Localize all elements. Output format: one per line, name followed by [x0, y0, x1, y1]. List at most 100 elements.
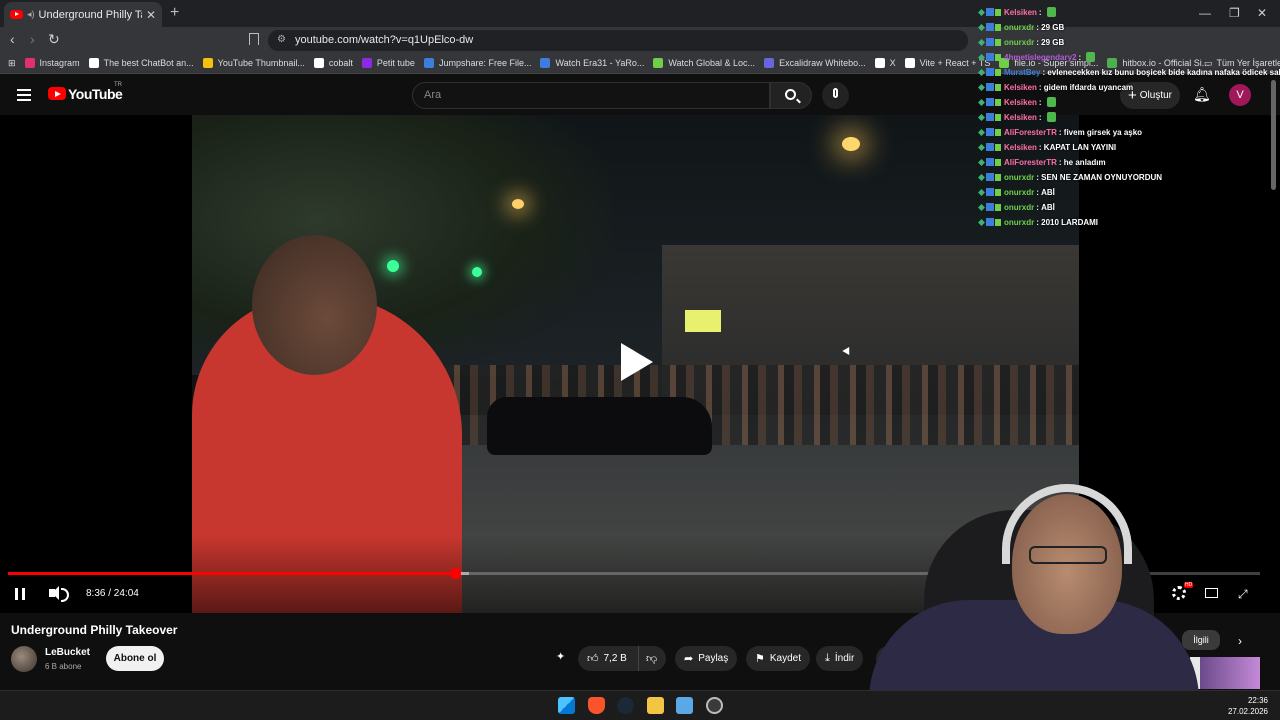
forward-icon[interactable]: › [30, 31, 35, 47]
ask-ai-icon[interactable]: ✦ [556, 650, 565, 663]
chat-message: Kelsiken: [978, 96, 1056, 108]
tab-close-icon[interactable]: ✕ [146, 8, 156, 22]
chevron-right-icon[interactable]: › [1238, 634, 1242, 648]
address-bar[interactable]: ⚙ youtube.com/watch?v=q1UpElco-dw [268, 30, 968, 51]
bookmark-favicon-icon [764, 58, 775, 68]
bookmark-item[interactable]: The best ChatBot an... [88, 58, 194, 68]
bookmark-favicon-icon [653, 58, 664, 68]
thumbs-down-icon: 👎︎ [646, 653, 658, 665]
progress-scrubber[interactable] [449, 568, 461, 579]
bookmark-favicon-icon [313, 58, 324, 68]
theater-mode-icon[interactable] [1205, 588, 1218, 598]
steam-icon[interactable] [617, 697, 634, 714]
chat-text: he anladım [1063, 157, 1106, 167]
file-explorer-icon[interactable] [647, 697, 664, 714]
taskbar: 22:36 27.02.2026 [0, 690, 1280, 720]
chat-badge-icon [986, 173, 994, 181]
thumbs-up-icon: 👍︎ [587, 653, 599, 665]
bookmark-item[interactable]: Petit tube [361, 58, 415, 68]
reload-icon[interactable]: ↻ [48, 31, 60, 48]
youtube-logo-icon[interactable] [48, 87, 66, 100]
search-input[interactable]: Ara [412, 82, 770, 109]
screen: ◂) Underground Philly Takeover ✕ + — ❐ ✕… [0, 0, 1280, 720]
bookmark-favicon-icon [361, 58, 372, 68]
chat-badge-icon [986, 203, 994, 211]
url-text: youtube.com/watch?v=q1UpElco-dw [295, 34, 474, 46]
streamer-webcam [864, 470, 1204, 692]
channel-avatar[interactable] [11, 646, 37, 672]
bookmark-label: Excalidraw Whitebo... [779, 58, 866, 68]
chat-badge-icon [978, 218, 985, 226]
bookmark-label: Watch Global & Loc... [668, 58, 756, 68]
chat-username: AliForesterTR [1004, 127, 1057, 137]
bookmark-item[interactable]: Excalidraw Whitebo... [764, 58, 866, 68]
bookmark-item[interactable]: YouTube Thumbnail... [202, 58, 305, 68]
obs-icon[interactable] [706, 697, 723, 714]
dislike-button[interactable]: 👎︎ [638, 646, 666, 671]
volume-icon[interactable] [49, 586, 69, 602]
emote-icon [1046, 7, 1056, 17]
youtube-logo-text[interactable]: YouTube [68, 86, 123, 102]
chat-text: 29 GB [1041, 37, 1065, 47]
speaker-icon[interactable]: ◂) [27, 9, 35, 20]
bookmark-favicon-icon [540, 58, 551, 68]
channel-name[interactable]: LeBucket [45, 647, 90, 658]
app-icon[interactable] [676, 697, 693, 714]
chat-badge-icon [978, 173, 985, 181]
bookmark-item[interactable]: Watch Era31 - YaRo... [540, 58, 644, 68]
chat-badge-icon [986, 53, 994, 61]
bookmark-favicon-icon [202, 58, 213, 68]
like-button[interactable]: 👍︎ 7,2 B [578, 646, 638, 671]
bookmark-page-icon[interactable] [249, 33, 259, 45]
chat-badge-icon [995, 38, 1001, 46]
save-label: Kaydet [769, 653, 802, 664]
chat-badge-icon [978, 128, 985, 136]
bookmark-item[interactable]: Watch Global & Loc... [653, 58, 755, 68]
fullscreen-icon[interactable]: ⤢ [1238, 587, 1248, 602]
chat-message: 4hmetislegendary2: [978, 51, 1096, 63]
timecode: 8:36 / 24:04 [86, 588, 139, 599]
download-button[interactable]: ⤓ İndir [816, 646, 864, 671]
system-clock[interactable]: 22:36 27.02.2026 [1218, 695, 1268, 717]
chat-badge-icon [995, 53, 1001, 61]
chat-badge-icon [986, 143, 994, 151]
chat-badge-icon [986, 188, 994, 196]
voice-search-button[interactable] [822, 82, 849, 109]
back-icon[interactable]: ‹ [10, 31, 15, 47]
new-tab-icon[interactable]: + [170, 4, 179, 22]
apps-icon[interactable]: ⊞ [8, 58, 16, 69]
page-scrollbar[interactable] [1271, 80, 1276, 190]
bookmark-item[interactable]: Jumpshare: Free File... [423, 58, 531, 68]
subscriber-count: 6 B abone [45, 662, 82, 671]
bookmark-item[interactable]: Instagram [24, 58, 80, 68]
chat-badge-icon [995, 98, 1001, 106]
menu-icon[interactable] [17, 89, 31, 101]
browser-tab[interactable]: ◂) Underground Philly Takeover ✕ [4, 2, 162, 27]
stream-chat-overlay: Kelsiken: onurxdr: 29 GB onurxdr: 29 GB 4h… [978, 0, 1280, 230]
bookmark-item[interactable]: cobalt [313, 58, 353, 68]
chat-separator: : [1038, 112, 1044, 122]
windows-start-icon[interactable] [558, 697, 575, 714]
chat-text: 29 GB [1041, 22, 1065, 32]
share-button[interactable]: ➦ Paylaş [675, 646, 738, 671]
chat-separator: : [1038, 7, 1044, 17]
pause-icon[interactable] [15, 588, 25, 600]
site-info-icon[interactable]: ⚙ [277, 34, 286, 45]
chat-badge-icon [986, 113, 994, 121]
clock-time: 22:36 [1247, 696, 1268, 705]
chat-message: onurxdr: 2010 LARDAMI [978, 216, 1098, 228]
subscribe-button[interactable]: Abone ol [106, 646, 164, 671]
chat-badge-icon [995, 23, 1001, 31]
chat-badge-icon [978, 23, 985, 31]
share-label: Paylaş [698, 653, 729, 664]
save-button[interactable]: ⚑ Kaydet [746, 646, 811, 671]
emote-icon [1046, 97, 1056, 107]
chat-badge-icon [978, 143, 985, 151]
brave-browser-icon[interactable] [588, 697, 605, 714]
chat-username: Kelsiken [1004, 142, 1037, 152]
chat-badge-icon [986, 98, 994, 106]
bookmark-item[interactable]: X [874, 58, 896, 68]
chat-badge-icon [995, 68, 1001, 76]
search-button[interactable] [770, 82, 812, 109]
play-overlay-icon[interactable] [609, 331, 667, 389]
